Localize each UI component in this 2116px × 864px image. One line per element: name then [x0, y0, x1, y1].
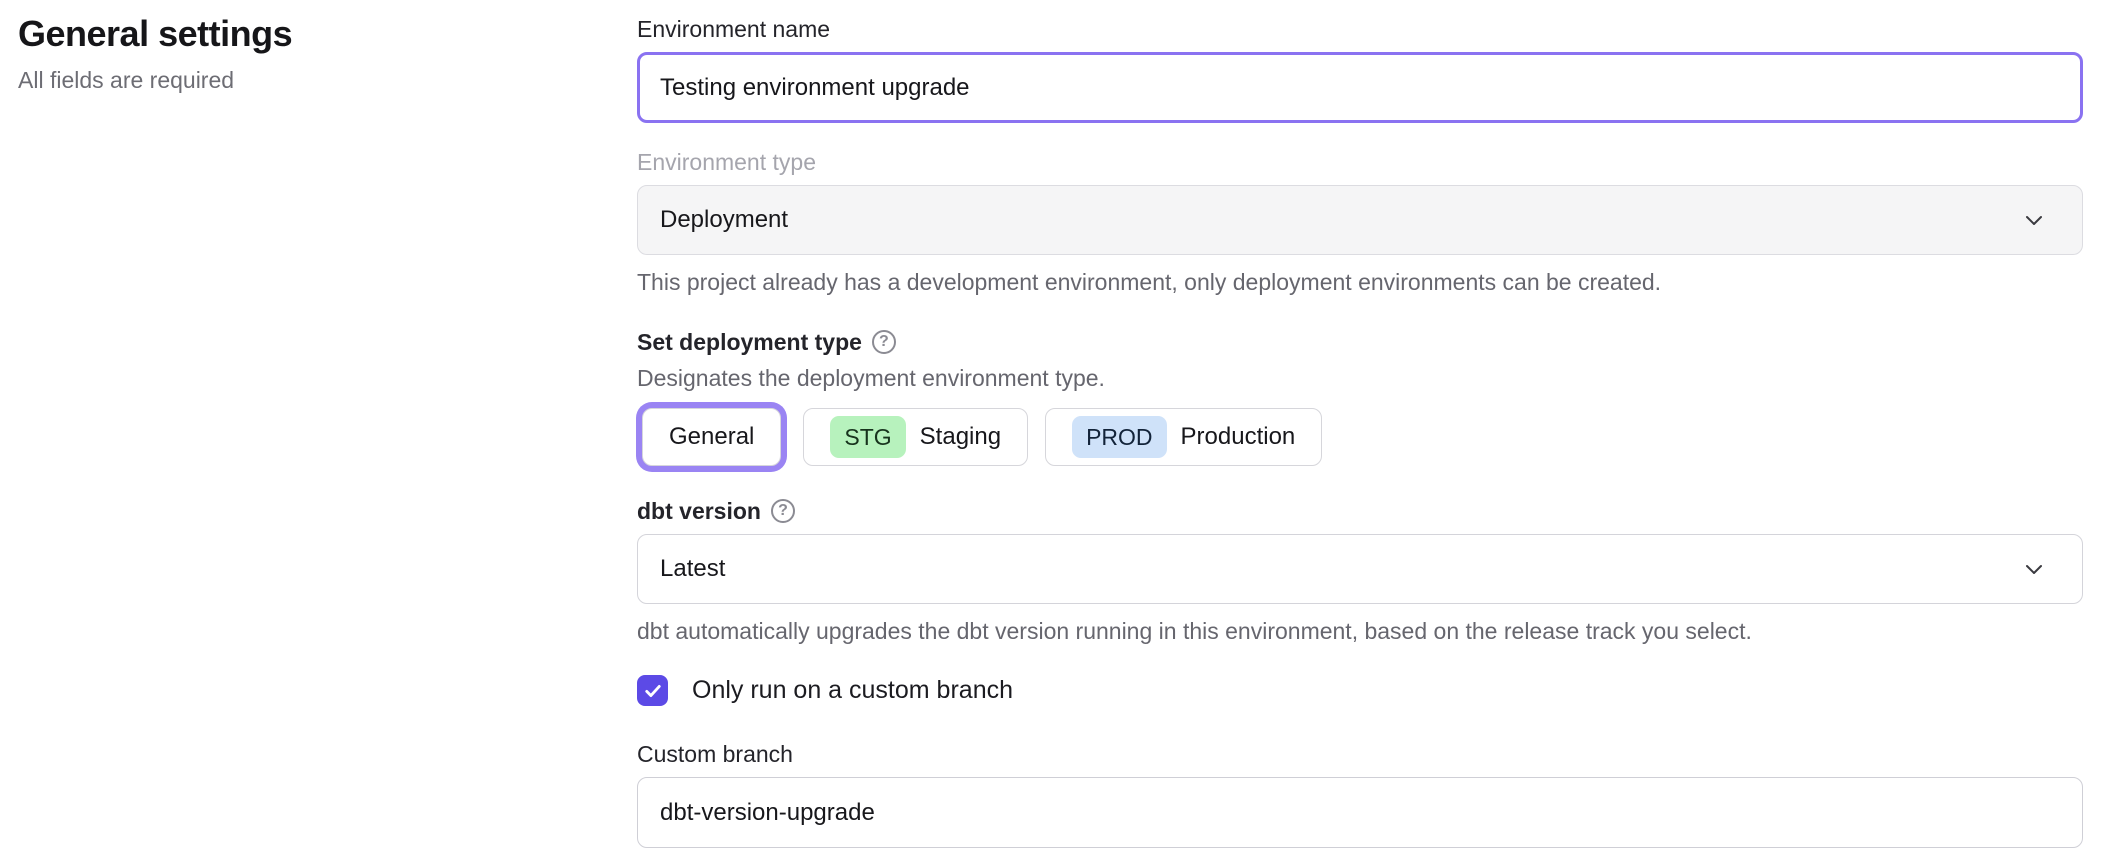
custom-branch-label: Custom branch	[637, 739, 2083, 769]
help-icon[interactable]: ?	[771, 499, 795, 523]
page-subtitle: All fields are required	[18, 66, 578, 94]
custom-branch-checkbox[interactable]	[637, 675, 668, 706]
custom-branch-checkbox-label: Only run on a custom branch	[692, 676, 1013, 705]
environment-type-label: Environment type	[637, 147, 2083, 177]
environment-settings-form: Environment name Environment type Deploy…	[637, 14, 2083, 848]
dbt-version-helper: dbt automatically upgrades the dbt versi…	[637, 617, 2083, 645]
deployment-type-helper: Designates the deployment environment ty…	[637, 364, 2083, 392]
environment-name-label: Environment name	[637, 14, 2083, 44]
dbt-version-select[interactable]: Latest	[637, 534, 2083, 604]
chevron-down-icon	[2022, 208, 2046, 232]
environment-type-select: Deployment	[637, 185, 2083, 255]
deployment-type-label: Set deployment type	[637, 327, 862, 357]
deployment-type-general-button[interactable]: General	[642, 408, 781, 466]
dbt-version-label: dbt version	[637, 496, 761, 526]
production-button-label: Production	[1181, 423, 1296, 451]
chevron-down-icon	[2022, 557, 2046, 581]
environment-type-helper: This project already has a development e…	[637, 268, 2083, 296]
general-settings-page: General settings All fields are required…	[0, 0, 2116, 864]
dbt-version-value: Latest	[660, 555, 725, 583]
staging-button-label: Staging	[920, 423, 1001, 451]
production-badge: PROD	[1072, 416, 1166, 458]
deployment-type-options: General STG Staging PROD Production	[637, 408, 2083, 466]
custom-branch-checkbox-row: Only run on a custom branch	[637, 675, 2083, 706]
page-heading: General settings All fields are required	[18, 12, 578, 94]
page-title: General settings	[18, 12, 578, 56]
general-button-label: General	[669, 423, 754, 451]
checkmark-icon	[643, 681, 663, 701]
deployment-type-staging-button[interactable]: STG Staging	[803, 408, 1028, 466]
environment-type-value: Deployment	[660, 206, 788, 234]
environment-name-input[interactable]	[637, 52, 2083, 123]
deployment-type-production-button[interactable]: PROD Production	[1045, 408, 1322, 466]
staging-badge: STG	[830, 416, 905, 458]
custom-branch-input[interactable]	[637, 777, 2083, 848]
help-icon[interactable]: ?	[872, 330, 896, 354]
